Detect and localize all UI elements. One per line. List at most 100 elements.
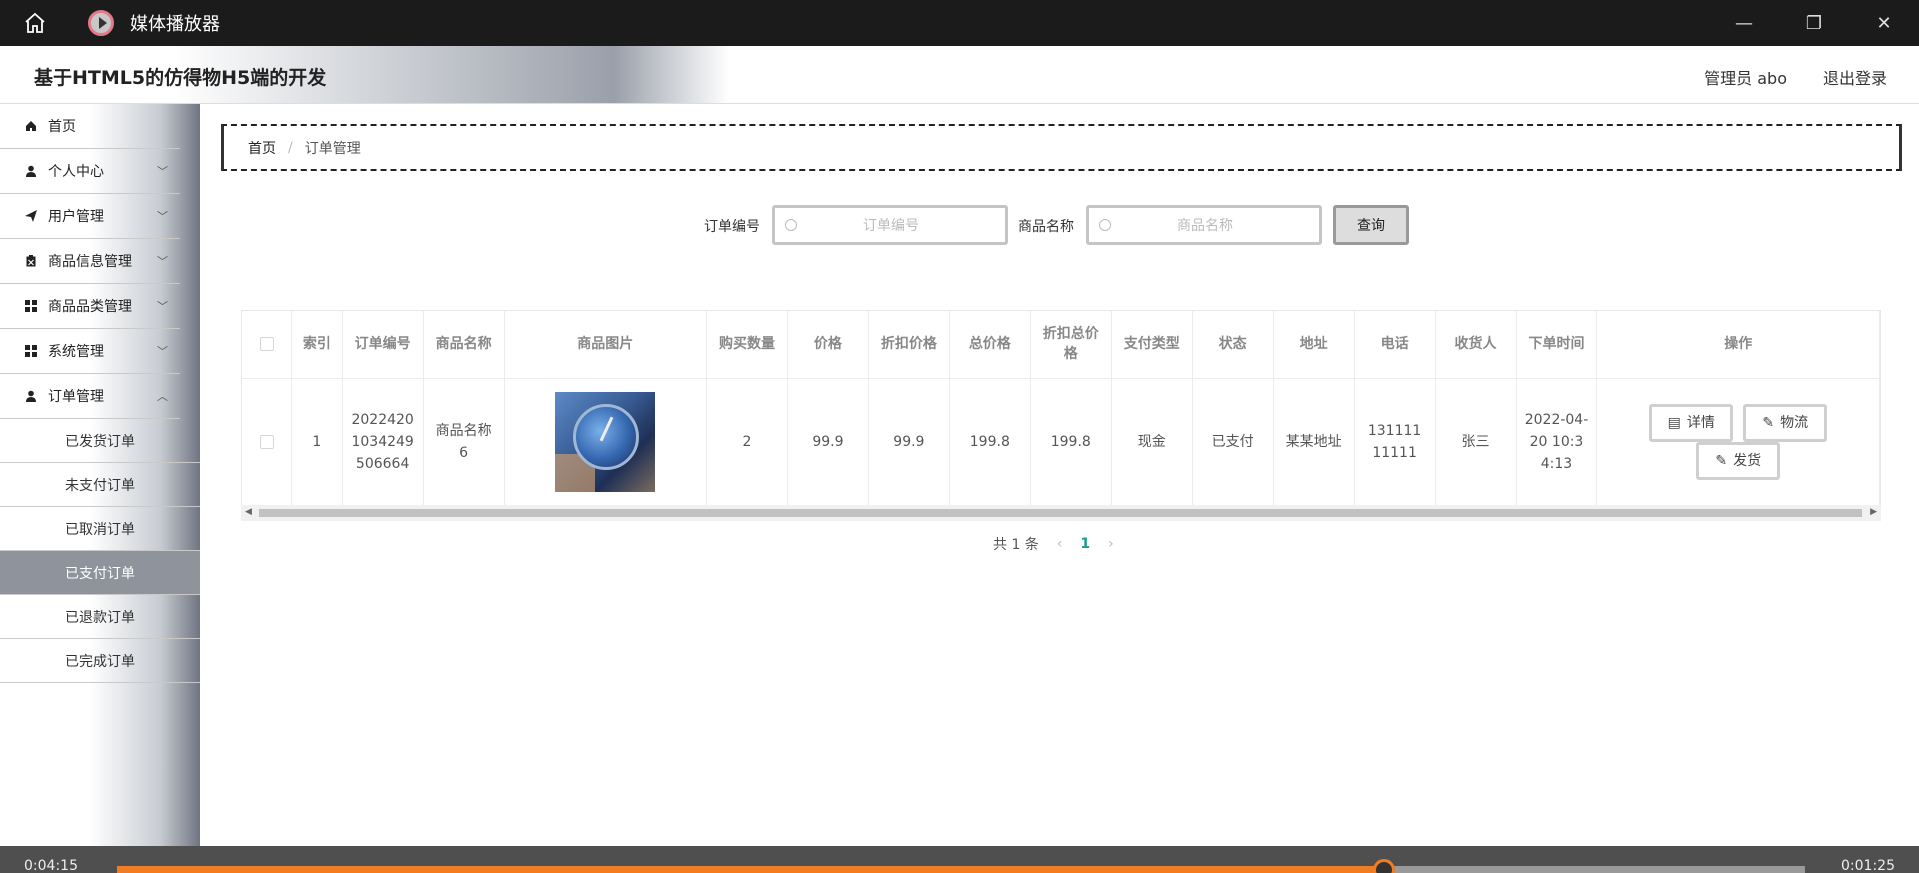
cell-receiver: 张三 — [1435, 378, 1517, 506]
document-icon: ▤ — [1667, 415, 1681, 432]
column-header: 折扣价格 — [868, 311, 950, 379]
cell-pay-type: 现金 — [1111, 378, 1193, 506]
home-icon — [25, 12, 45, 33]
sidebar-subitem-unpaid[interactable]: 未支付订单 — [0, 463, 200, 507]
column-header: 支付类型 — [1111, 311, 1193, 379]
logistics-button-label: 物流 — [1780, 415, 1809, 432]
chevron-down-icon: ﹀ — [157, 210, 168, 223]
cell-total: 199.8 — [949, 378, 1031, 506]
ship-button[interactable]: ✎ 发货 — [1696, 442, 1781, 481]
sidebar-item-users[interactable]: 用户管理 ﹀ — [0, 194, 180, 239]
page-number[interactable]: 1 — [1080, 536, 1090, 552]
sidebar-item-label: 订单管理 — [48, 389, 104, 405]
cell-time: 2022-04-20 10:34:13 — [1516, 378, 1598, 506]
logout-link[interactable]: 退出登录 — [1823, 65, 1887, 89]
product-name-placeholder: 商品名称 — [1177, 218, 1233, 234]
sidebar-item-personal[interactable]: 个人中心 ﹀ — [0, 149, 180, 194]
detail-button[interactable]: ▤ 详情 — [1649, 404, 1734, 443]
column-header: 状态 — [1192, 311, 1274, 379]
sidebar-item-label: 商品信息管理 — [48, 254, 132, 270]
seek-handle[interactable] — [1373, 859, 1396, 873]
search-bar: 订单编号 订单编号 商品名称 商品名称 查询 — [200, 204, 1919, 248]
scroll-left-icon[interactable]: ◀ — [245, 507, 252, 517]
sidebar-subitem-paid[interactable]: 已支付订单 — [0, 551, 200, 595]
product-image[interactable] — [555, 392, 656, 493]
cell-status: 已支付 — [1192, 378, 1274, 506]
seek-progress — [117, 866, 1385, 873]
sidebar-item-system[interactable]: 系统管理 ﹀ — [0, 329, 180, 374]
chevron-down-icon: ﹀ — [157, 255, 168, 268]
restore-icon: ❐ — [1805, 12, 1823, 34]
column-header: 总价格 — [949, 311, 1031, 379]
column-header: 商品图片 — [504, 311, 707, 379]
minimize-button[interactable]: — — [1709, 0, 1779, 46]
player-logo-icon — [88, 10, 114, 36]
horizontal-scrollbar[interactable]: ◀ ▶ — [241, 505, 1881, 521]
column-header: 操作 — [1596, 311, 1880, 379]
main-content: 首页 / 订单管理 订单编号 订单编号 商品名称 商品名称 查询 索引 订单编号… — [200, 104, 1919, 846]
seek-bar[interactable] — [117, 859, 1805, 873]
logistics-button[interactable]: ✎ 物流 — [1743, 404, 1828, 443]
player-title: 媒体播放器 — [130, 14, 220, 35]
cell-address: 某某地址 — [1273, 378, 1355, 506]
sidebar-subitem-shipped[interactable]: 已发货订单 — [0, 419, 200, 463]
sidebar-item-home[interactable]: 首页 — [0, 104, 180, 149]
prev-page-icon[interactable]: ‹ — [1057, 536, 1063, 552]
cell-price: 99.9 — [787, 378, 869, 506]
breadcrumb-current: 订单管理 — [304, 140, 361, 157]
breadcrumb-separator: / — [288, 139, 293, 156]
select-all-checkbox[interactable] — [259, 337, 274, 352]
sidebar-item-label: 系统管理 — [48, 344, 104, 360]
column-header: 折扣总价格 — [1030, 311, 1112, 379]
chevron-up-icon: ︿ — [157, 390, 168, 403]
column-header: 收货人 — [1435, 311, 1517, 379]
grid-icon — [24, 299, 38, 313]
sidebar: 首页 个人中心 ﹀ 用户管理 ﹀ 商品信息管理 ﹀ 商品品类管理 ﹀ 系统管理 … — [0, 104, 200, 846]
breadcrumb: 首页 / 订单管理 — [221, 124, 1902, 171]
chevron-down-icon: ﹀ — [157, 300, 168, 313]
sidebar-item-label: 商品品类管理 — [48, 299, 132, 315]
order-no-placeholder: 订单编号 — [863, 218, 919, 234]
search-icon — [785, 219, 797, 231]
scrollbar-thumb[interactable] — [259, 509, 1862, 517]
sidebar-subitem-cancelled[interactable]: 已取消订单 — [0, 507, 200, 551]
query-button[interactable]: 查询 — [1333, 205, 1409, 245]
orders-table: 索引 订单编号 商品名称 商品图片 购买数量 价格 折扣价格 总价格 折扣总价格… — [241, 310, 1881, 520]
order-no-input[interactable]: 订单编号 — [772, 205, 1008, 245]
elapsed-time: 0:04:15 — [24, 858, 78, 873]
site-title: 基于HTML5的仿得物H5端的开发 — [34, 67, 327, 89]
product-name-label: 商品名称 — [1018, 219, 1074, 235]
sidebar-subitem-completed[interactable]: 已完成订单 — [0, 639, 200, 683]
column-header: 价格 — [787, 311, 869, 379]
grid-icon — [24, 344, 38, 358]
row-checkbox[interactable] — [259, 435, 274, 450]
player-titlebar: 媒体播放器 — ❐ ✕ — [0, 0, 1919, 46]
close-button[interactable]: ✕ — [1849, 0, 1919, 46]
cell-quantity: 2 — [706, 378, 788, 506]
detail-button-label: 详情 — [1686, 415, 1715, 432]
column-header: 地址 — [1273, 311, 1355, 379]
sidebar-item-product-info[interactable]: 商品信息管理 ﹀ — [0, 239, 180, 284]
restore-button[interactable]: ❐ — [1779, 0, 1849, 46]
cell-order-no: 20224201034249506664 — [342, 378, 424, 506]
remaining-time: 0:01:25 — [1841, 858, 1895, 873]
next-page-icon[interactable]: › — [1108, 536, 1114, 552]
sidebar-item-orders[interactable]: 订单管理 ︿ — [0, 374, 180, 419]
table-row: 1 20224201034249506664 商品名称6 2 99.9 99.9… — [242, 378, 1880, 506]
cell-actions: ▤ 详情 ✎ 物流 ✎ 发货 — [1596, 378, 1880, 506]
home-button[interactable] — [0, 0, 70, 46]
minimize-icon: — — [1735, 12, 1753, 34]
user-icon — [24, 389, 38, 403]
column-header: 电话 — [1354, 311, 1436, 379]
pagination-total: 共 1 条 — [993, 537, 1039, 553]
chevron-down-icon: ﹀ — [157, 345, 168, 358]
sidebar-subitem-refunded[interactable]: 已退款订单 — [0, 595, 200, 639]
sidebar-item-category[interactable]: 商品品类管理 ﹀ — [0, 284, 180, 329]
cell-product-image — [504, 378, 707, 506]
product-name-input[interactable]: 商品名称 — [1086, 205, 1322, 245]
scroll-right-icon[interactable]: ▶ — [1870, 507, 1877, 517]
breadcrumb-home[interactable]: 首页 — [248, 138, 276, 158]
column-header: 购买数量 — [706, 311, 788, 379]
clipboard-icon — [24, 254, 38, 268]
column-header: 索引 — [291, 311, 343, 379]
